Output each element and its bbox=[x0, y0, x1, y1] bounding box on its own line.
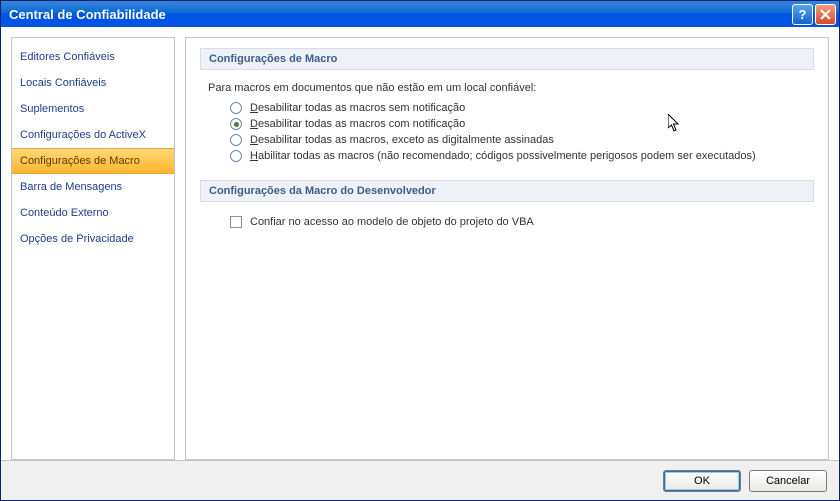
macro-settings-header: Configurações de Macro bbox=[200, 48, 814, 70]
macro-option-label: Desabilitar todas as macros, exceto as d… bbox=[250, 134, 554, 146]
macro-option-1[interactable]: Desabilitar todas as macros com notifica… bbox=[208, 116, 806, 132]
checkbox-icon bbox=[230, 216, 242, 228]
developer-macro-header: Configurações da Macro do Desenvolvedor bbox=[200, 180, 814, 202]
radio-icon bbox=[230, 102, 242, 114]
sidebar-item-3[interactable]: Configurações do ActiveX bbox=[12, 122, 174, 148]
help-button[interactable]: ? bbox=[792, 4, 813, 25]
macro-option-label: Desabilitar todas as macros com notifica… bbox=[250, 118, 465, 130]
dialog-footer: OK Cancelar bbox=[1, 460, 839, 500]
close-button[interactable] bbox=[815, 4, 836, 25]
macro-option-label: Desabilitar todas as macros sem notifica… bbox=[250, 102, 465, 114]
radio-icon bbox=[230, 134, 242, 146]
macro-intro-text: Para macros em documentos que não estão … bbox=[208, 82, 806, 94]
trust-vba-checkbox-row[interactable]: Confiar no acesso ao modelo de objeto do… bbox=[208, 214, 806, 230]
macro-options-list: Desabilitar todas as macros sem notifica… bbox=[208, 100, 806, 164]
developer-macro-body: Confiar no acesso ao modelo de objeto do… bbox=[200, 210, 814, 238]
sidebar-item-5[interactable]: Barra de Mensagens bbox=[12, 174, 174, 200]
cancel-button[interactable]: Cancelar bbox=[749, 470, 827, 492]
trust-vba-label: Confiar no acesso ao modelo de objeto do… bbox=[250, 216, 534, 228]
close-icon bbox=[820, 9, 831, 20]
cursor-icon bbox=[668, 114, 684, 134]
ok-button[interactable]: OK bbox=[663, 470, 741, 492]
sidebar-item-0[interactable]: Editores Confiáveis bbox=[12, 44, 174, 70]
radio-icon bbox=[230, 150, 242, 162]
sidebar-item-6[interactable]: Conteúdo Externo bbox=[12, 200, 174, 226]
sidebar: Editores ConfiáveisLocais ConfiáveisSupl… bbox=[11, 37, 175, 460]
titlebar: Central de Confiabilidade ? bbox=[1, 1, 839, 27]
trust-center-window: Central de Confiabilidade ? Editores Con… bbox=[0, 0, 840, 501]
sidebar-item-1[interactable]: Locais Confiáveis bbox=[12, 70, 174, 96]
client-area: Editores ConfiáveisLocais ConfiáveisSupl… bbox=[1, 27, 839, 460]
sidebar-item-4[interactable]: Configurações de Macro bbox=[12, 148, 174, 174]
window-title: Central de Confiabilidade bbox=[9, 7, 790, 22]
macro-option-label: Habilitar todas as macros (não recomenda… bbox=[250, 150, 756, 162]
macro-option-3[interactable]: Habilitar todas as macros (não recomenda… bbox=[208, 148, 806, 164]
sidebar-item-2[interactable]: Suplementos bbox=[12, 96, 174, 122]
main-panel: Configurações de Macro Para macros em do… bbox=[185, 37, 829, 460]
macro-option-2[interactable]: Desabilitar todas as macros, exceto as d… bbox=[208, 132, 806, 148]
radio-icon bbox=[230, 118, 242, 130]
sidebar-item-7[interactable]: Opções de Privacidade bbox=[12, 226, 174, 252]
macro-settings-body: Para macros em documentos que não estão … bbox=[200, 78, 814, 172]
macro-option-0[interactable]: Desabilitar todas as macros sem notifica… bbox=[208, 100, 806, 116]
